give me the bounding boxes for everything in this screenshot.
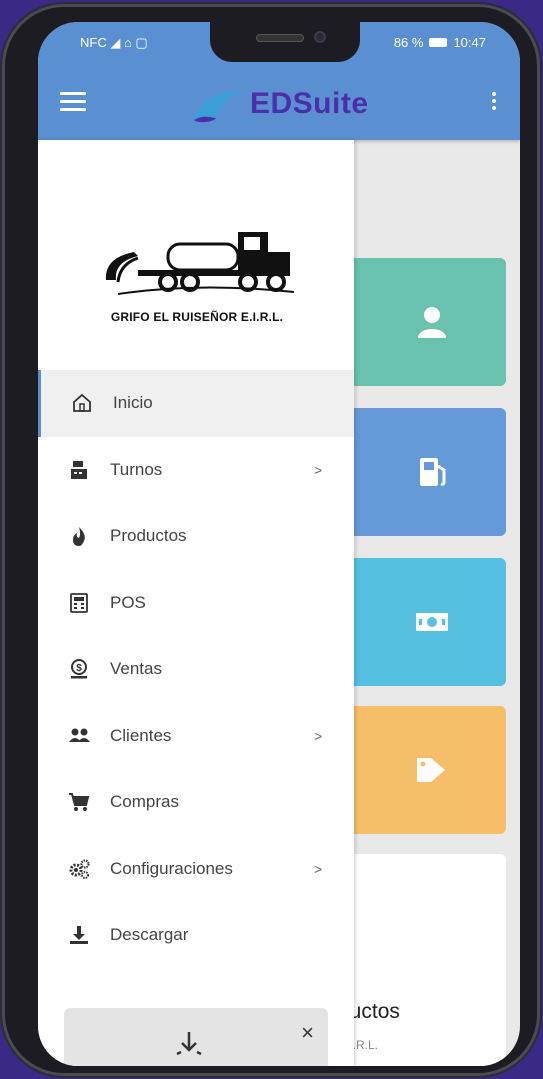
- edsuite-logo-icon: [194, 91, 244, 123]
- speaker: [256, 34, 304, 42]
- gears-icon: [69, 859, 90, 879]
- chevron-right-icon: >: [314, 860, 323, 877]
- navigation-drawer: GRIFO EL RUISEÑOR E.I.R.L. Inicio Turnos…: [38, 140, 354, 1066]
- menu-item-label: Descargar: [110, 925, 189, 945]
- chevron-right-icon: >: [314, 461, 323, 478]
- calculator-icon: [70, 592, 88, 613]
- tag-icon: [417, 758, 445, 782]
- camera: [314, 31, 326, 43]
- menu-item-label: Inicio: [113, 393, 153, 413]
- menu-item-label: Productos: [110, 526, 187, 546]
- menu-item-label: Configuraciones: [110, 858, 233, 878]
- flame-icon: [73, 527, 85, 547]
- money-bill-icon: [416, 613, 448, 631]
- status-right: 86 % 10:47: [394, 35, 486, 50]
- menu-item-label: Ventas: [110, 659, 162, 679]
- menu-item-ventas[interactable]: $ Ventas: [38, 636, 354, 703]
- dashboard-card-sales[interactable]: [338, 558, 506, 686]
- dashboard-card-fuel[interactable]: [338, 408, 506, 536]
- chevron-right-icon: >: [314, 727, 323, 744]
- clock: 10:47: [453, 35, 486, 50]
- status-icons: NFC ◢ ⌂ ▢: [80, 35, 148, 50]
- menu-item-descargar[interactable]: Descargar: [38, 902, 354, 969]
- dashboard-info-card: ductos E.I.R.L.: [338, 854, 506, 1066]
- screen: NFC ◢ ⌂ ▢ 86 % 10:47 EDSuite ductos E.I.…: [38, 22, 520, 1066]
- menu-item-turnos[interactable]: Turnos >: [38, 437, 354, 504]
- status-left-icons: NFC ◢ ⌂ ▢: [80, 35, 148, 51]
- menu-item-inicio[interactable]: Inicio: [38, 370, 354, 437]
- home-icon: [73, 394, 91, 413]
- download-icon: [70, 926, 88, 945]
- battery-icon: [429, 38, 448, 47]
- menu-item-pos[interactable]: POS: [38, 570, 354, 637]
- users-icon: [69, 728, 90, 742]
- menu-item-label: Compras: [110, 792, 179, 812]
- menu-item-compras[interactable]: Compras: [38, 769, 354, 836]
- cart-icon: [69, 793, 90, 812]
- svg-text:$: $: [76, 663, 82, 674]
- company-truck-logo: [105, 232, 295, 295]
- fuel-icon: [420, 458, 446, 486]
- hamburger-menu-icon[interactable]: [60, 92, 86, 112]
- menu-item-label: Turnos: [110, 459, 163, 479]
- company-name: GRIFO EL RUISEÑOR E.I.R.L.: [110, 310, 284, 324]
- app-bar: EDSuite: [38, 66, 520, 140]
- money-icon: $: [71, 659, 87, 679]
- cash-register-icon: [71, 460, 87, 479]
- menu-item-label: Clientes: [110, 725, 172, 745]
- menu-item-label: POS: [110, 592, 146, 612]
- battery-percent: 86 %: [393, 35, 424, 50]
- brand-name: EDSuite: [250, 87, 369, 120]
- phone-frame: NFC ◢ ⌂ ▢ 86 % 10:47 EDSuite ductos E.I.…: [2, 4, 540, 1076]
- menu-item-clientes[interactable]: Clientes >: [38, 703, 354, 770]
- dashboard-card-clientes[interactable]: [338, 258, 506, 386]
- menu-item-productos[interactable]: Productos: [38, 503, 354, 570]
- menu-item-configuraciones[interactable]: Configuraciones >: [38, 836, 354, 903]
- brand-logo: EDSuite: [190, 80, 369, 128]
- more-options-icon[interactable]: [492, 92, 498, 114]
- user-icon: [418, 307, 446, 338]
- dashboard-card-products[interactable]: [338, 706, 506, 834]
- status-bar: NFC ◢ ⌂ ▢ 86 % 10:47: [38, 22, 520, 66]
- close-icon[interactable]: ×: [301, 1020, 314, 1046]
- camera-notch: [210, 22, 360, 62]
- drawer-menu: Inicio Turnos > Productos POS $ Ventas C…: [38, 370, 354, 969]
- download-toast: ×: [64, 1008, 328, 1066]
- download-arrow-icon: [176, 1032, 202, 1056]
